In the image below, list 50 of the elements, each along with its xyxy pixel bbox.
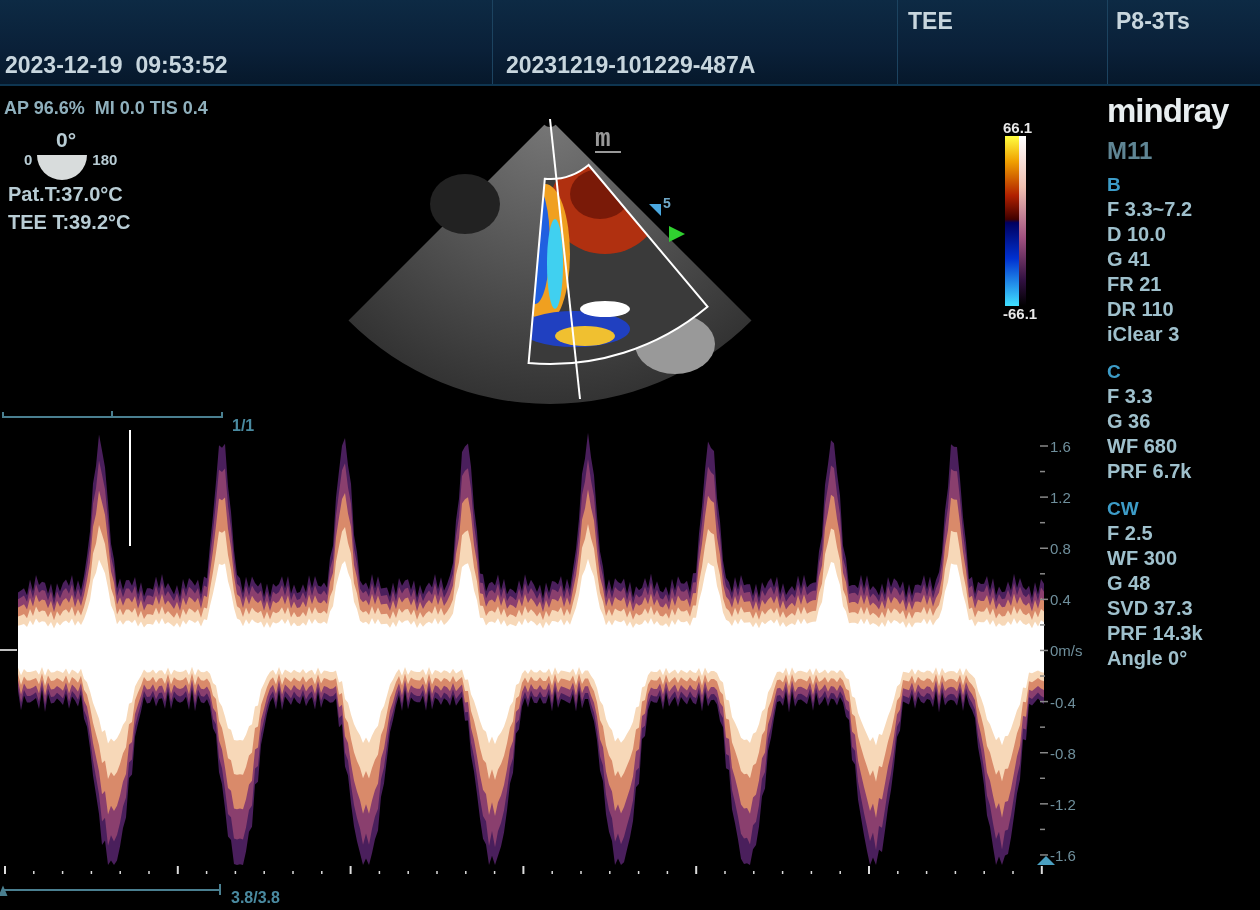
velocity-scale-label: 1.6 — [1050, 438, 1071, 455]
mode-parameter: DR 110 — [1107, 297, 1175, 322]
depth-marker-label: 5 — [663, 195, 671, 211]
angle-max-label: 180 — [92, 151, 118, 169]
mode-parameter: SVD 37.3 — [1107, 596, 1194, 621]
mode-parameter: Angle 0° — [1107, 646, 1189, 671]
mode-parameter: WF 680 — [1107, 434, 1179, 459]
mode-parameter: PRF 6.7k — [1107, 459, 1193, 484]
zero-baseline-line — [0, 649, 18, 651]
color-scale-min: -66.1 — [1003, 306, 1038, 322]
model-name: M11 — [1107, 136, 1154, 166]
mode-parameter: D 10.0 — [1107, 222, 1167, 247]
mode-parameter: WF 300 — [1107, 546, 1179, 571]
mode-parameter: iClear 3 — [1107, 322, 1181, 347]
color-scale-max: 66.1 — [1003, 120, 1033, 136]
patient-temperature: Pat.T:37.0°C — [8, 182, 124, 207]
probe-temperature: TEE T:39.2°C — [8, 210, 132, 235]
exam-type: TEE — [908, 8, 953, 35]
mode-parameter: PRF 14.3k — [1107, 621, 1204, 646]
exam-datetime: 2023-12-19 09:53:52 — [5, 52, 228, 79]
velocity-scale-label: 0.8 — [1050, 540, 1071, 558]
brand-logo: mindray — [1107, 92, 1230, 130]
depth-marker-icon — [649, 204, 661, 216]
mode-parameter: FR 21 — [1107, 272, 1163, 297]
velocity-scale-label: -0.4 — [1050, 693, 1076, 711]
velocity-scale-label: -1.2 — [1050, 795, 1076, 813]
probe-name: P8-3Ts — [1116, 8, 1190, 35]
velocity-scale-label: 0.4 — [1050, 591, 1071, 609]
mode-heading: B — [1107, 173, 1122, 197]
velocity-scale-label: -1.6 — [1050, 846, 1076, 864]
probe-angle-value: 0° — [56, 129, 77, 151]
acoustic-output: AP 96.6% MI 0.0 TIS 0.4 — [4, 98, 209, 119]
mode-heading: C — [1107, 360, 1122, 384]
cine-frame-counter: 1/1 — [232, 417, 255, 434]
mode-heading: CW — [1107, 497, 1140, 521]
probe-angle-icon — [36, 154, 89, 180]
mode-parameter: F 2.5 — [1107, 521, 1154, 546]
mode-parameter: G 48 — [1107, 571, 1152, 596]
mode-parameter: G 41 — [1107, 247, 1152, 272]
mode-parameter: F 3.3~7.2 — [1107, 197, 1194, 222]
orientation-mark: m — [595, 124, 611, 154]
exam-id: 20231219-101229-487A — [506, 52, 756, 79]
angle-min-label: 0 — [24, 151, 33, 169]
velocity-scale-label: 1.2 — [1050, 489, 1071, 507]
mode-parameter: G 36 — [1107, 409, 1152, 434]
cine-time-counter: 3.8/3.8 — [231, 889, 280, 906]
velocity-scale-label: -0.8 — [1050, 744, 1076, 762]
mode-parameter: F 3.3 — [1107, 384, 1154, 409]
velocity-scale-label: 0m/s — [1050, 642, 1083, 660]
focus-marker-icon — [669, 226, 685, 242]
